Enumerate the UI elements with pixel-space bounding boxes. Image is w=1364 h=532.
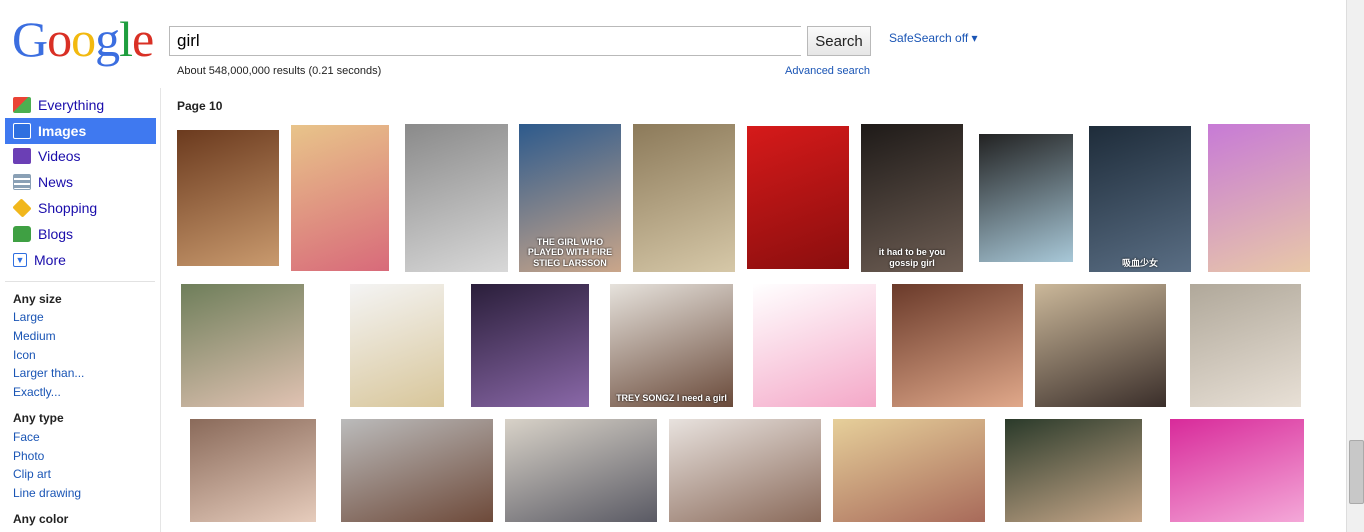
filter-heading-color: Any color [13, 512, 69, 526]
advanced-search-link[interactable]: Advanced search [785, 65, 870, 77]
thumb-pinup-scooter[interactable] [979, 134, 1073, 262]
thumb-sofa-girl[interactable] [1035, 284, 1166, 407]
filter-size-medium[interactable]: Medium [13, 329, 56, 343]
nav-images[interactable]: Images [5, 118, 156, 144]
thumb-cubist-painting[interactable] [633, 124, 735, 272]
shopping-icon [12, 198, 32, 218]
nav-blogs[interactable]: Blogs [5, 221, 156, 247]
more-icon: ▼ [13, 253, 27, 267]
nav-label: Images [38, 123, 87, 139]
thumb-pink-dresses[interactable] [1170, 419, 1304, 522]
scrollbar[interactable] [1346, 0, 1364, 532]
filter-size-exactly[interactable]: Exactly... [13, 385, 61, 399]
sidebar: Everything Images Videos News Shopping B… [0, 88, 161, 532]
search-bar: Search [169, 26, 871, 56]
thumb-trey-songz[interactable]: TREY SONGZ I need a girl [610, 284, 733, 407]
thumb-blonde-toddler[interactable] [291, 125, 389, 271]
thumb-book-cover[interactable]: THE GIRL WHO PLAYED WITH FIRE STIEG LARS… [519, 124, 621, 272]
thumb-caption: THE GIRL WHO PLAYED WITH FIRE STIEG LARS… [527, 236, 613, 268]
thumb-anime[interactable] [471, 284, 589, 407]
filter-size-large[interactable]: Large [13, 310, 44, 324]
nav-label: News [38, 174, 74, 190]
nav-everything[interactable]: Everything [5, 92, 156, 118]
thumb-asian-pair[interactable] [669, 419, 821, 522]
thumb-couple[interactable] [892, 284, 1023, 407]
thumb-walking-girls[interactable] [1190, 284, 1301, 407]
filter-type-clip-art[interactable]: Clip art [13, 467, 51, 481]
scroll-thumb[interactable] [1349, 440, 1364, 504]
blogs-icon [13, 226, 31, 242]
thumb-gossip-girl[interactable]: it had to be you gossip girl [861, 124, 963, 272]
search-button[interactable]: Search [807, 26, 871, 56]
images-icon [13, 123, 31, 139]
filter-type-face[interactable]: Face [13, 430, 40, 444]
nav-news[interactable]: News [5, 169, 156, 195]
nav-more[interactable]: ▼ More [5, 247, 156, 273]
nav-label: Shopping [38, 200, 98, 216]
thumb-caption: 吸血少女 [1121, 257, 1158, 268]
filter-size-icon[interactable]: Icon [13, 348, 36, 362]
nav-label: More [34, 252, 66, 268]
nav-label: Videos [38, 148, 81, 164]
nav-divider [5, 281, 155, 282]
filter-type-photo[interactable]: Photo [13, 449, 44, 463]
thumb-group-photo[interactable] [505, 419, 657, 522]
result-stats: About 548,000,000 results (0.21 seconds) [177, 65, 382, 77]
thumb-pink-balloons[interactable] [753, 284, 876, 407]
google-logo[interactable]: Google [12, 14, 154, 64]
thumb-caption: it had to be you gossip girl [878, 247, 946, 268]
thumb-two-blondes[interactable] [833, 419, 985, 522]
thumb-cartoon-girl[interactable] [1208, 124, 1310, 272]
thumb-girl-with-dog[interactable] [405, 124, 508, 272]
nav-shopping[interactable]: Shopping [5, 195, 156, 221]
thumb-perfume[interactable] [350, 284, 444, 407]
filter-size-larger-than[interactable]: Larger than... [13, 366, 84, 380]
filter-heading-type: Any type [13, 411, 64, 425]
nav-label: Everything [38, 97, 105, 113]
nav-label: Blogs [38, 226, 74, 242]
everything-icon [13, 97, 31, 113]
search-input[interactable] [169, 26, 801, 56]
page-label: Page 10 [177, 99, 223, 113]
safesearch-toggle[interactable]: SafeSearch off ▾ [889, 31, 978, 45]
thumb-emo-girl[interactable] [177, 130, 279, 266]
filter-type-line-drawing[interactable]: Line drawing [13, 486, 81, 500]
news-icon [13, 174, 31, 190]
thumb-lying-girl[interactable] [190, 419, 316, 522]
thumb-red-pose[interactable] [747, 126, 849, 269]
thumb-child-bed[interactable] [341, 419, 493, 522]
thumb-two-friends[interactable] [181, 284, 304, 407]
thumb-funny-face[interactable] [1005, 419, 1142, 522]
nav-videos[interactable]: Videos [5, 143, 156, 169]
thumb-movie-poster[interactable]: 吸血少女 [1089, 126, 1191, 272]
thumb-caption: TREY SONGZ I need a girl [616, 392, 727, 403]
filter-heading-size: Any size [13, 292, 62, 306]
videos-icon [13, 148, 31, 164]
